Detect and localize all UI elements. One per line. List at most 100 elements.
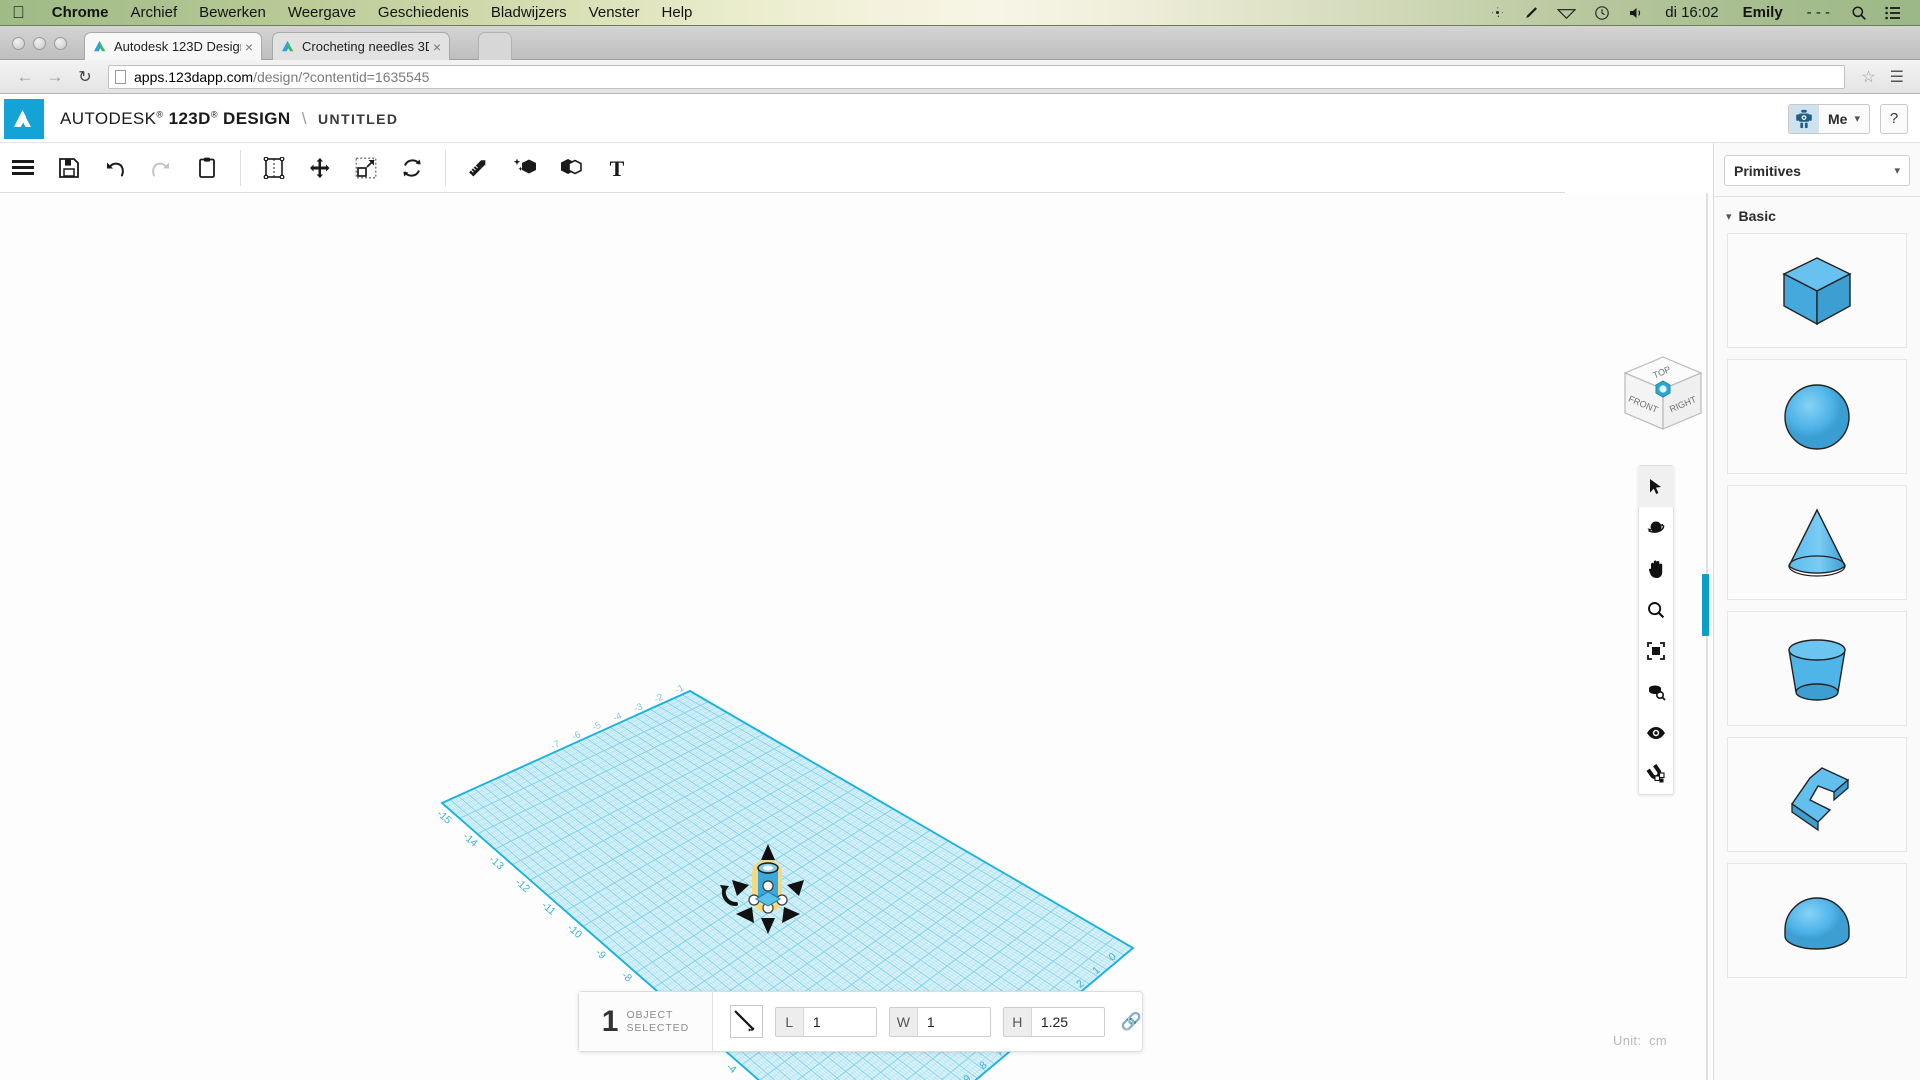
primitive-hemisphere[interactable] bbox=[1727, 863, 1907, 978]
panel-scrollbar-thumb[interactable] bbox=[1702, 574, 1709, 636]
link-chain-icon[interactable]: 🔗 bbox=[1121, 1012, 1142, 1032]
construct-button[interactable] bbox=[502, 147, 548, 189]
width-label: W bbox=[889, 1007, 918, 1036]
menu-item-archief[interactable]: Archief bbox=[119, 4, 188, 21]
primitive-box[interactable] bbox=[1727, 233, 1907, 348]
sketch-button[interactable] bbox=[456, 147, 502, 189]
menu-item-help[interactable]: Help bbox=[651, 4, 704, 21]
account-menu-button[interactable]: Me ▾ bbox=[1788, 103, 1870, 134]
main-toolbar: T bbox=[0, 143, 1565, 193]
redo-button[interactable] bbox=[138, 147, 184, 189]
new-tab-button[interactable] bbox=[478, 32, 512, 60]
length-field[interactable]: L 1 bbox=[774, 1006, 877, 1037]
text-button[interactable]: T bbox=[594, 147, 640, 189]
page-document-icon bbox=[115, 69, 126, 84]
scale-button[interactable] bbox=[343, 147, 389, 189]
toolbar-divider bbox=[240, 149, 241, 186]
workplane-grid: -15-14-13-12-11-10-9-8-7-6-5-4-3-2-1 012… bbox=[434, 683, 1135, 1080]
address-bar[interactable]: apps.123dapp.com/design/?contentid=16355… bbox=[108, 64, 1846, 89]
height-field[interactable]: H 1.25 bbox=[1002, 1006, 1105, 1037]
close-tab-icon[interactable]: × bbox=[433, 39, 441, 55]
wifi-icon[interactable] bbox=[1548, 6, 1585, 20]
visibility-tool[interactable] bbox=[1638, 712, 1674, 753]
pan-tool[interactable] bbox=[1638, 548, 1674, 589]
menu-button[interactable] bbox=[0, 147, 46, 189]
paste-button[interactable] bbox=[184, 147, 230, 189]
primitive-wedge[interactable] bbox=[1727, 737, 1907, 852]
time-machine-icon[interactable] bbox=[1585, 5, 1619, 21]
chrome-menu-icon[interactable]: ☰ bbox=[1884, 67, 1910, 87]
reload-icon[interactable]: ↻ bbox=[70, 67, 100, 87]
length-value[interactable]: 1 bbox=[804, 1014, 876, 1030]
combine-button[interactable] bbox=[548, 147, 594, 189]
back-arrow-icon[interactable]: ← bbox=[10, 67, 40, 87]
panel-scrollbar-track[interactable] bbox=[1706, 193, 1708, 1080]
menu-item-bewerken[interactable]: Bewerken bbox=[188, 4, 277, 21]
fit-tool[interactable] bbox=[1638, 630, 1674, 671]
product-name: DESIGN bbox=[223, 108, 291, 128]
primitive-shape-list bbox=[1714, 233, 1920, 978]
unit-label: Unit: bbox=[1613, 1033, 1642, 1048]
height-value[interactable]: 1.25 bbox=[1032, 1014, 1104, 1030]
snap-tool[interactable] bbox=[1638, 753, 1674, 794]
help-button[interactable]: ? bbox=[1880, 103, 1908, 134]
svg-text:T: T bbox=[610, 157, 625, 179]
window-traffic-lights bbox=[12, 37, 67, 50]
volume-icon[interactable] bbox=[1619, 6, 1653, 20]
width-field[interactable]: W 1 bbox=[888, 1006, 991, 1037]
rotate-button[interactable] bbox=[389, 147, 435, 189]
selection-word-object: OBJECT bbox=[626, 1008, 674, 1021]
app-header-right: Me ▾ ? bbox=[1788, 103, 1920, 134]
os-menu-bar:  Chrome Archief Bewerken Weergave Gesch… bbox=[0, 0, 1920, 26]
browser-tab-autodesk[interactable]: Autodesk 123D Design × bbox=[84, 32, 262, 60]
chevron-down-icon: ▾ bbox=[1854, 113, 1860, 125]
menu-item-chrome[interactable]: Chrome bbox=[41, 4, 120, 21]
notification-center-icon[interactable] bbox=[1876, 6, 1910, 20]
transform-button[interactable] bbox=[251, 147, 297, 189]
primitive-sphere[interactable] bbox=[1727, 359, 1907, 474]
autodesk-favicon-icon bbox=[93, 39, 108, 54]
spotlight-search-icon[interactable] bbox=[1842, 5, 1876, 21]
os-clock[interactable]: di 16:02 bbox=[1653, 4, 1730, 21]
3d-viewport[interactable]: -15-14-13-12-11-10-9-8-7-6-5-4-3-2-1 012… bbox=[0, 193, 1713, 1080]
width-value[interactable]: 1 bbox=[918, 1014, 990, 1030]
select-tool[interactable] bbox=[1638, 466, 1674, 507]
menu-item-geschiedenis[interactable]: Geschiedenis bbox=[367, 4, 480, 21]
save-button[interactable] bbox=[46, 147, 92, 189]
category-dropdown[interactable]: Primitives ▾ bbox=[1724, 155, 1910, 186]
ruler-label: -9 bbox=[593, 947, 608, 962]
apple-icon[interactable]:  bbox=[12, 4, 25, 21]
close-window-button[interactable] bbox=[12, 37, 25, 50]
url-host: apps.123dapp.com bbox=[134, 68, 254, 85]
browser-tab-crocheting[interactable]: Crocheting needles 3D Mo × bbox=[272, 32, 450, 60]
primitive-cone[interactable] bbox=[1727, 485, 1907, 600]
pen-icon[interactable] bbox=[1514, 5, 1548, 21]
minimize-window-button[interactable] bbox=[33, 37, 46, 50]
autodesk-logo-icon[interactable] bbox=[4, 98, 44, 139]
height-label: H bbox=[1003, 1007, 1032, 1036]
bluetooth-icon[interactable] bbox=[1481, 5, 1514, 20]
view-cube[interactable]: TOP FRONT RIGHT bbox=[1616, 351, 1710, 443]
undo-button[interactable] bbox=[92, 147, 138, 189]
zoom-window-button[interactable] bbox=[54, 37, 67, 50]
close-tab-icon[interactable]: × bbox=[245, 39, 253, 55]
zoom-object-tool[interactable] bbox=[1638, 671, 1674, 712]
menu-item-bladwijzers[interactable]: Bladwijzers bbox=[480, 4, 578, 21]
os-user-name[interactable]: Emily bbox=[1731, 4, 1795, 21]
toolbar-group-transform bbox=[251, 143, 435, 193]
primitive-cylinder[interactable] bbox=[1727, 611, 1907, 726]
move-button[interactable] bbox=[297, 147, 343, 189]
autodesk-favicon-icon bbox=[281, 39, 296, 54]
document-name: UNTITLED bbox=[317, 110, 399, 127]
ruler-label: -4 bbox=[724, 1061, 739, 1076]
selection-toolbar: 1 OBJECT SELECTED L 1 W 1 H 1.25 🔗 bbox=[578, 991, 1143, 1052]
selected-object-gizmo[interactable] bbox=[710, 838, 830, 948]
zoom-tool[interactable] bbox=[1638, 589, 1674, 630]
fillet-chamfer-icon[interactable] bbox=[729, 1005, 763, 1038]
orbit-tool[interactable] bbox=[1638, 507, 1674, 548]
section-basic-header[interactable]: ▾ Basic bbox=[1714, 197, 1920, 233]
menu-item-weergave[interactable]: Weergave bbox=[277, 4, 367, 21]
menu-item-venster[interactable]: Venster bbox=[578, 4, 651, 21]
star-icon[interactable]: ☆ bbox=[1853, 67, 1883, 87]
forward-arrow-icon[interactable]: → bbox=[40, 67, 70, 87]
